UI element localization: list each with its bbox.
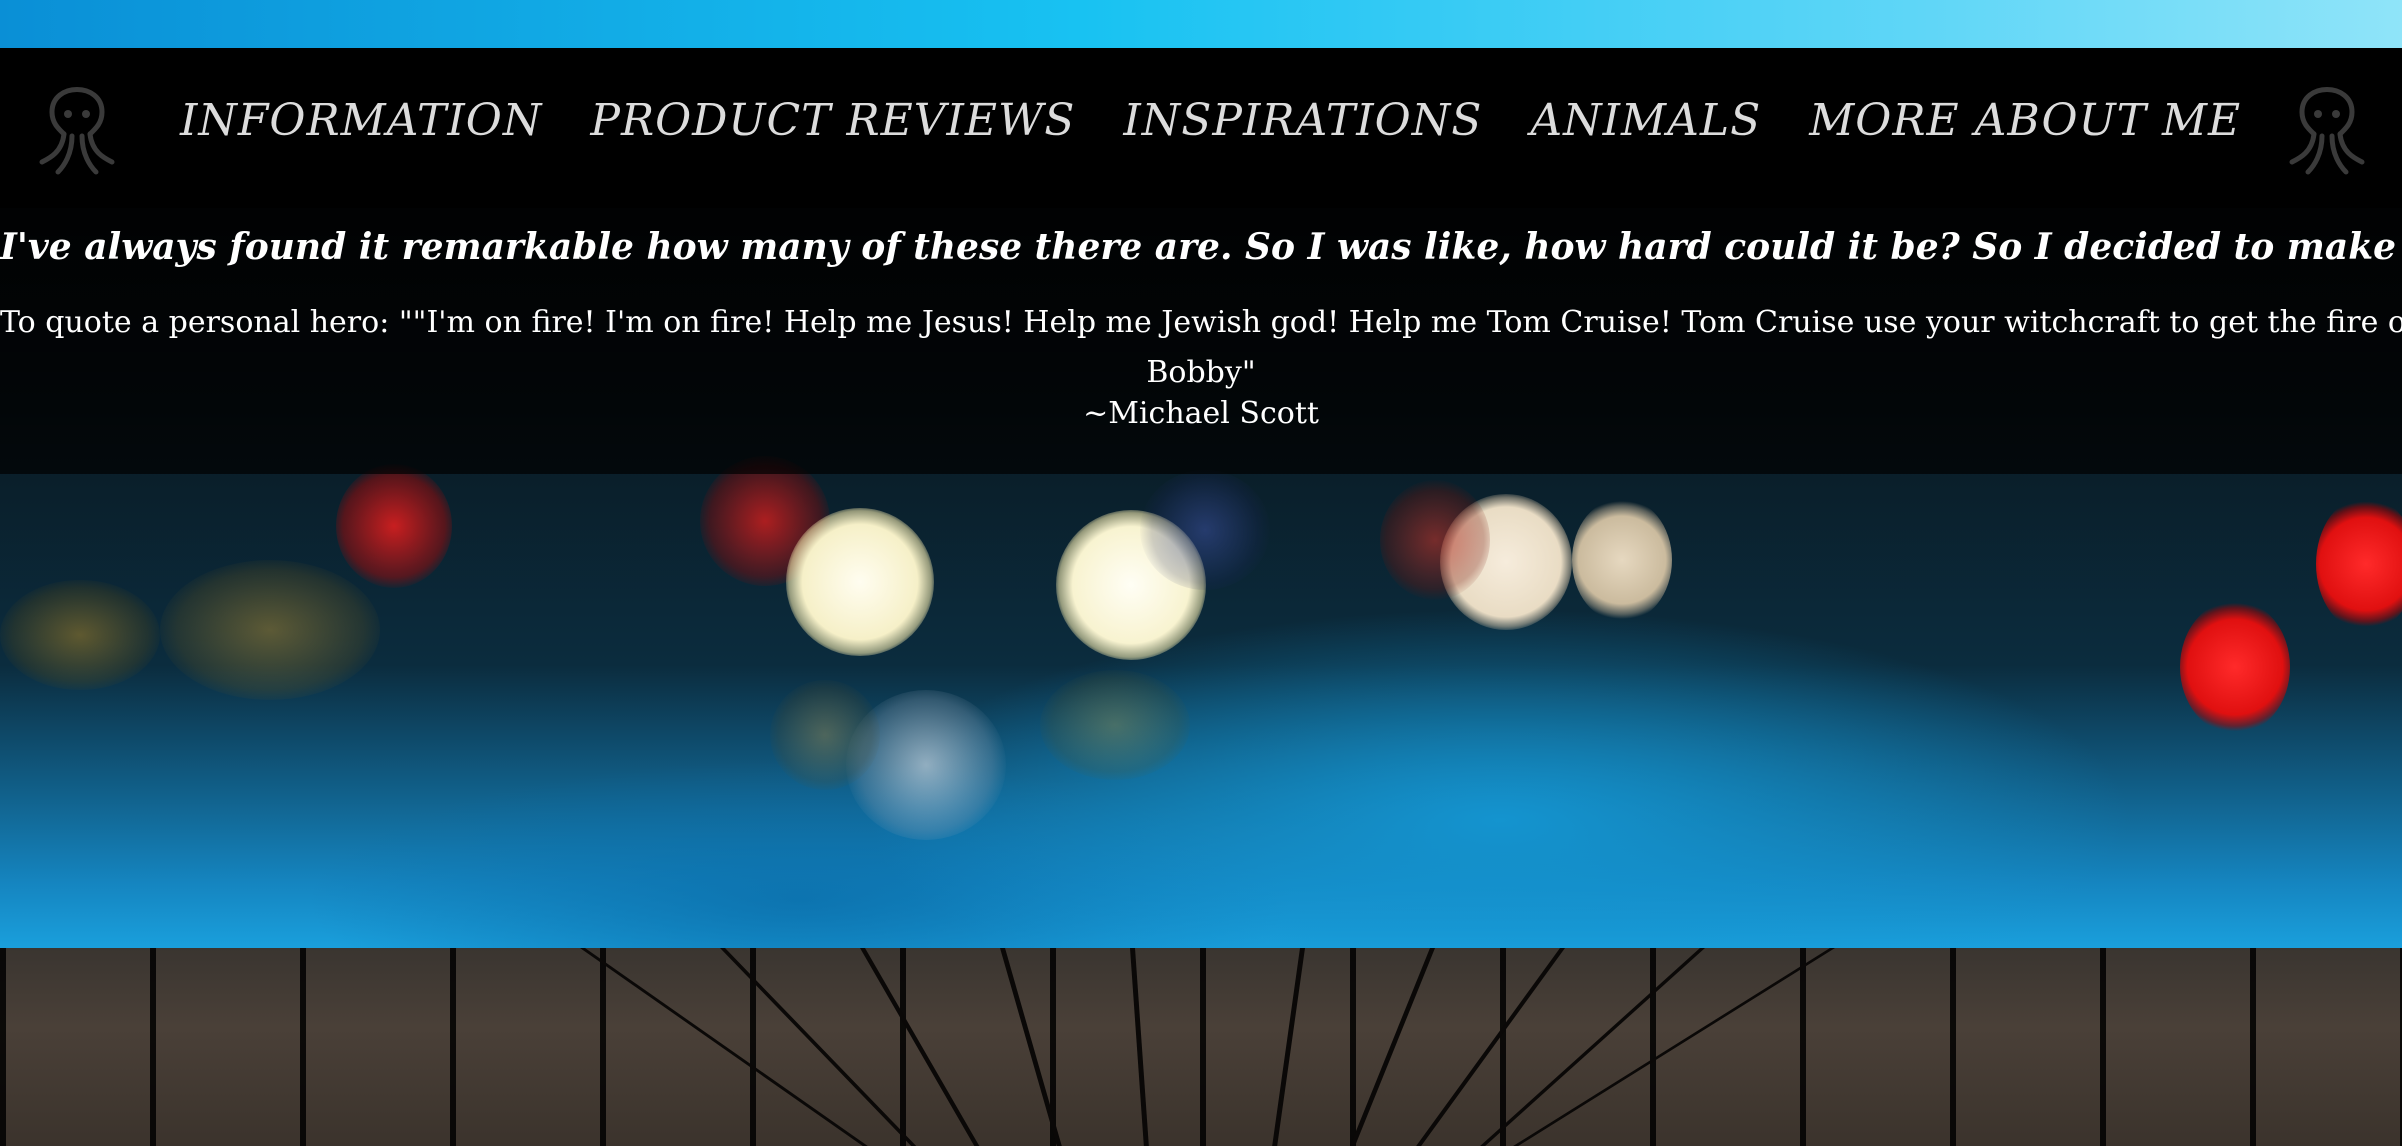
bokeh-light [1380, 480, 1490, 600]
quote-attribution: ~Michael Scott [1083, 396, 1319, 431]
bokeh-light [770, 680, 880, 790]
octopus-icon[interactable] [32, 62, 122, 182]
bokeh-light [160, 560, 380, 700]
bokeh-light [336, 464, 452, 588]
nav-link-inspirations[interactable]: INSPIRATIONS [1123, 95, 1482, 146]
wooden-floor [0, 948, 2402, 1146]
intro-headline: I've always found it remarkable how many… [0, 226, 2402, 268]
page: INFORMATION PRODUCT REVIEWS INSPIRATIONS… [0, 0, 2402, 1146]
nav-link-information[interactable]: INFORMATION [180, 95, 542, 146]
bokeh-light [1572, 498, 1672, 622]
bokeh-light [1040, 670, 1190, 780]
bokeh-light [1140, 470, 1270, 590]
octopus-icon[interactable] [2282, 62, 2372, 182]
top-sky-strip [0, 0, 2402, 48]
nav-menu: INFORMATION PRODUCT REVIEWS INSPIRATIONS… [180, 95, 2241, 146]
quote-line: To quote a personal hero: ""I'm on fire!… [0, 305, 2402, 340]
nav-link-more-about-me[interactable]: MORE ABOUT ME [1809, 95, 2241, 146]
nav-link-animals[interactable]: ANIMALS [1530, 95, 1761, 146]
bokeh-light [786, 508, 934, 656]
bokeh-light [2180, 600, 2290, 734]
intro-quote: To quote a personal hero: ""I'm on fire!… [0, 298, 2402, 398]
bokeh-light [0, 580, 160, 690]
quote-line: Bobby" [1146, 355, 1256, 390]
nav-link-product-reviews[interactable]: PRODUCT REVIEWS [590, 95, 1075, 146]
